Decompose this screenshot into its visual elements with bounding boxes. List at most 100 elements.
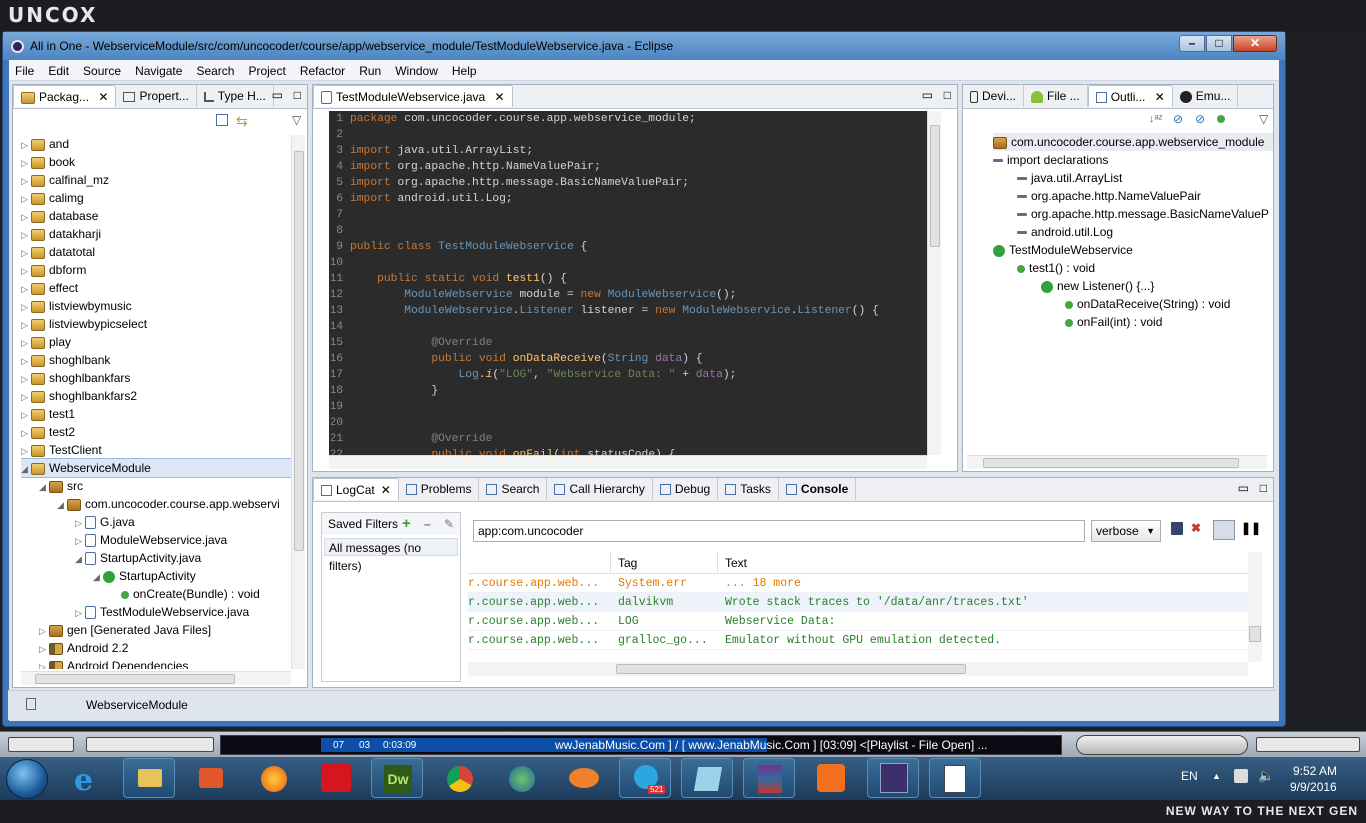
- link-editor-icon[interactable]: ⇆: [236, 113, 248, 130]
- start-button[interactable]: [6, 759, 48, 799]
- player-effect-buttons[interactable]: [86, 737, 214, 752]
- outline-hscroll-thumb[interactable]: [983, 458, 1239, 468]
- tab-call-hierarchy[interactable]: Call Hierarchy: [547, 478, 653, 500]
- taskbar-explorer[interactable]: [123, 758, 175, 798]
- taskbar-app-note[interactable]: [681, 758, 733, 798]
- expand-arrow-icon[interactable]: ▷: [21, 190, 31, 208]
- player-mode-buttons[interactable]: [8, 737, 74, 752]
- expand-arrow-icon[interactable]: ▷: [21, 208, 31, 226]
- expand-arrow-icon[interactable]: ▷: [21, 334, 31, 352]
- taskbar-document[interactable]: [929, 758, 981, 798]
- player-transport-controls[interactable]: [1076, 735, 1248, 755]
- tree-item[interactable]: ◢ StartupActivity.java: [21, 549, 293, 567]
- log-hscrollbar[interactable]: [468, 662, 1248, 676]
- expand-arrow-icon[interactable]: ◢: [39, 478, 49, 496]
- tree-item[interactable]: ▷ shoghlbank: [21, 351, 293, 369]
- expand-arrow-icon[interactable]: ▷: [75, 604, 85, 622]
- tab-file-explorer[interactable]: File ...: [1024, 85, 1088, 107]
- tree-item[interactable]: ▷ dbform: [21, 261, 293, 279]
- tree-item[interactable]: ▷ shoghlbankfars: [21, 369, 293, 387]
- menu-window[interactable]: Window: [395, 64, 438, 78]
- outline-item[interactable]: onFail(int) : void: [993, 313, 1273, 331]
- tree-item[interactable]: ▷ calimg: [21, 189, 293, 207]
- column-header-text[interactable]: Text: [725, 552, 747, 574]
- expand-arrow-icon[interactable]: ▷: [21, 298, 31, 316]
- outline-item[interactable]: TestModuleWebservice: [993, 241, 1273, 259]
- tree-item[interactable]: ◢ StartupActivity: [21, 567, 293, 585]
- tree-item[interactable]: ◢ src: [21, 477, 293, 495]
- tree-item[interactable]: ▷ listviewbymusic: [21, 297, 293, 315]
- outline-item[interactable]: java.util.ArrayList: [993, 169, 1273, 187]
- expand-arrow-icon[interactable]: ▷: [21, 316, 31, 334]
- maximize-view-icon[interactable]: □: [1260, 481, 1267, 495]
- expand-arrow-icon[interactable]: ▷: [21, 388, 31, 406]
- taskbar-download-manager[interactable]: [495, 758, 547, 798]
- tab-logcat[interactable]: LogCat ✕: [313, 478, 399, 500]
- expand-arrow-icon[interactable]: ▷: [21, 280, 31, 298]
- network-icon[interactable]: [1234, 769, 1248, 783]
- menu-navigate[interactable]: Navigate: [135, 64, 182, 78]
- tab-emulator[interactable]: Emu...: [1172, 85, 1239, 107]
- tab-testmodulewebservice[interactable]: TestModuleWebservice.java ✕: [313, 85, 513, 107]
- tree-item[interactable]: ▷ effect: [21, 279, 293, 297]
- tree-item[interactable]: ▷ test1: [21, 405, 293, 423]
- tree-vscrollbar[interactable]: [291, 135, 305, 669]
- taskbar-winrar[interactable]: [743, 758, 795, 798]
- tree-item[interactable]: onCreate(Bundle) : void: [21, 585, 293, 603]
- outline-item[interactable]: new Listener() {...}: [993, 277, 1273, 295]
- tab-console[interactable]: Console: [778, 478, 857, 500]
- minimize-view-icon[interactable]: ▭: [272, 88, 283, 102]
- log-vscrollbar[interactable]: [1248, 552, 1262, 662]
- hide-static-icon[interactable]: ⊘: [1195, 112, 1205, 126]
- tree-item[interactable]: ▷ book: [21, 153, 293, 171]
- menu-source[interactable]: Source: [83, 64, 121, 78]
- outline-item[interactable]: test1() : void: [993, 259, 1273, 277]
- log-row[interactable]: r.course.app.web... LOG Webservice Data:: [468, 612, 1248, 631]
- expand-arrow-icon[interactable]: ▷: [39, 640, 49, 658]
- tree-item[interactable]: ▷ test2: [21, 423, 293, 441]
- menu-search[interactable]: Search: [196, 64, 234, 78]
- expand-arrow-icon[interactable]: ▷: [21, 406, 31, 424]
- public-members-icon[interactable]: [1217, 115, 1225, 123]
- outline-item[interactable]: org.apache.http.NameValuePair: [993, 187, 1273, 205]
- taskbar-eclipse[interactable]: [867, 758, 919, 798]
- hide-fields-icon[interactable]: ⊘: [1173, 112, 1183, 126]
- outline-item[interactable]: onDataReceive(String) : void: [993, 295, 1273, 313]
- maximize-view-icon[interactable]: □: [294, 88, 301, 102]
- outline-item[interactable]: com.uncocoder.course.app.webservice_modu…: [993, 133, 1273, 151]
- tab-debug[interactable]: Debug: [652, 478, 719, 500]
- expand-arrow-icon[interactable]: ▷: [21, 424, 31, 442]
- tree-hscroll-thumb[interactable]: [35, 674, 235, 684]
- taskbar-app-orange[interactable]: [557, 758, 609, 798]
- expand-arrow-icon[interactable]: ▷: [39, 658, 49, 669]
- tab-outline[interactable]: Outli... ✕: [1087, 85, 1173, 107]
- view-menu-icon[interactable]: ▽: [292, 113, 301, 127]
- tree-scroll-thumb[interactable]: [294, 151, 304, 551]
- editor-vscrollbar[interactable]: [927, 111, 941, 455]
- expand-arrow-icon[interactable]: ▷: [21, 352, 31, 370]
- clear-log-icon[interactable]: ✖: [1191, 521, 1201, 535]
- expand-arrow-icon[interactable]: ◢: [57, 496, 67, 514]
- tree-item[interactable]: ▷ G.java: [21, 513, 293, 531]
- toggle-filters-icon[interactable]: [1213, 520, 1235, 540]
- edit-filter-icon[interactable]: ✎: [444, 513, 454, 535]
- outline-item[interactable]: org.apache.http.message.BasicNameValueP: [993, 205, 1273, 223]
- log-level-select[interactable]: verbose ▼: [1091, 520, 1161, 542]
- expand-arrow-icon[interactable]: ◢: [93, 568, 103, 586]
- expand-arrow-icon[interactable]: ▷: [21, 136, 31, 154]
- close-tab-icon[interactable]: ✕: [381, 483, 391, 497]
- expand-arrow-icon[interactable]: ▷: [39, 622, 49, 640]
- menu-help[interactable]: Help: [452, 64, 477, 78]
- pause-icon[interactable]: ❚❚: [1241, 521, 1261, 535]
- expand-arrow-icon[interactable]: ▷: [21, 244, 31, 262]
- view-menu-icon[interactable]: ▽: [1259, 112, 1268, 126]
- outline-item[interactable]: import declarations: [993, 151, 1273, 169]
- taskbar-firefox[interactable]: [247, 758, 299, 798]
- filter-all-messages[interactable]: All messages (no filters): [324, 538, 458, 573]
- tab-type-hierarchy[interactable]: Type H...: [196, 85, 274, 107]
- clock-date[interactable]: 9/9/2016: [1290, 780, 1337, 794]
- expand-arrow-icon[interactable]: ◢: [21, 460, 31, 478]
- taskbar-media[interactable]: [185, 758, 237, 798]
- tree-item[interactable]: ▷ Android Dependencies: [21, 657, 293, 669]
- tree-item[interactable]: ▷ play: [21, 333, 293, 351]
